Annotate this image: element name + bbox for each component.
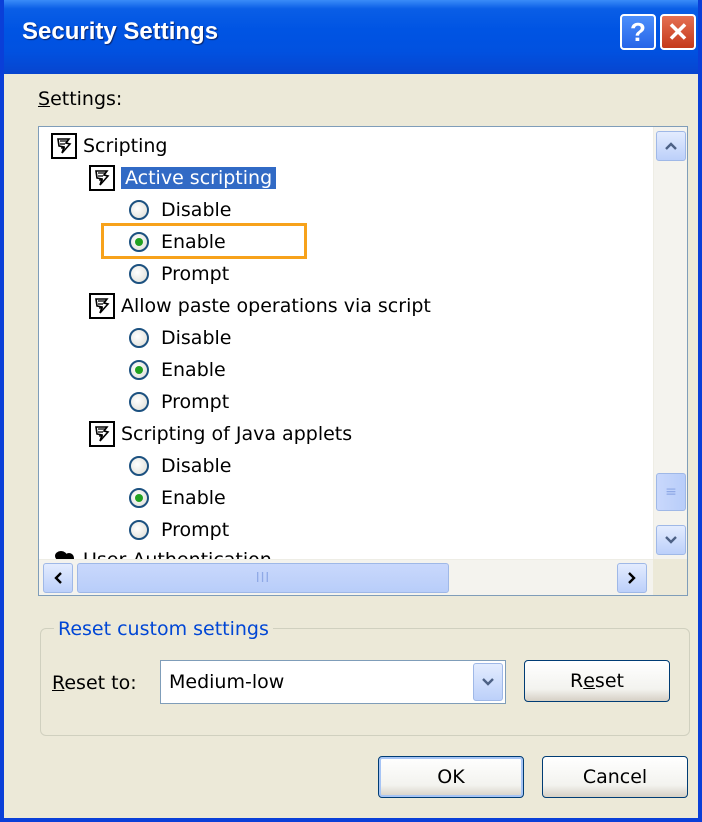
tree-category-scripting[interactable]: Scripting — [51, 131, 168, 161]
radio-label: Prompt — [161, 391, 230, 413]
cancel-button[interactable]: Cancel — [542, 756, 688, 798]
radio-option[interactable]: Prompt — [129, 515, 229, 545]
radio-option[interactable]: Disable — [129, 323, 231, 353]
radio-option[interactable]: Enable — [129, 227, 226, 257]
chevron-down-icon — [665, 536, 677, 544]
radio-label: Prompt — [161, 263, 230, 285]
radio-label: Disable — [161, 327, 232, 349]
radio-label: Enable — [161, 231, 226, 253]
radio-label: Disable — [161, 199, 232, 221]
title-bar[interactable]: Security Settings ? ✕ — [4, 0, 698, 74]
grip-icon: ≡ — [665, 484, 677, 500]
radio-option[interactable]: Prompt — [129, 387, 229, 417]
reset-to-label: Reset to: — [52, 672, 137, 694]
settings-label: Settings: — [38, 88, 123, 110]
tree-setting-java-applets[interactable]: Scripting of Java applets — [89, 419, 352, 449]
radio-button[interactable] — [129, 456, 149, 476]
reset-level-value: Medium-low — [169, 671, 285, 693]
radio-button[interactable] — [129, 488, 149, 508]
scrollbar-corner — [653, 559, 687, 595]
script-settings-icon — [89, 421, 115, 447]
radio-option[interactable]: Disable — [129, 195, 231, 225]
radio-option[interactable]: Prompt — [129, 259, 229, 289]
reset-level-select[interactable]: Medium-low — [160, 660, 506, 704]
chevron-left-icon — [54, 572, 62, 584]
radio-label: Enable — [161, 359, 226, 381]
reset-group-legend: Reset custom settings — [54, 618, 273, 640]
radio-label: Disable — [161, 455, 232, 477]
settings-tree[interactable]: Scripting Active scripting Disable Enabl… — [38, 126, 688, 596]
tree-setting-allow-paste[interactable]: Allow paste operations via script — [89, 291, 431, 321]
security-settings-dialog: Security Settings ? ✕ Settings: Scriptin… — [0, 0, 702, 822]
dropdown-button[interactable] — [473, 663, 503, 701]
user-auth-icon — [51, 547, 77, 559]
radio-button[interactable] — [129, 232, 149, 252]
close-icon: ✕ — [667, 16, 689, 47]
radio-label: Prompt — [161, 519, 230, 541]
radio-button[interactable] — [129, 360, 149, 380]
tree-category-user-authentication[interactable]: User Authentication — [51, 545, 272, 559]
radio-option[interactable]: Enable — [129, 355, 226, 385]
grip-icon: III — [255, 570, 271, 586]
radio-label: Enable — [161, 487, 226, 509]
horizontal-scrollbar[interactable]: III — [39, 559, 653, 595]
vertical-scrollbar[interactable]: ≡ — [653, 127, 687, 559]
vertical-scroll-thumb[interactable]: ≡ — [656, 473, 686, 511]
scroll-down-button[interactable] — [656, 525, 686, 555]
chevron-down-icon — [482, 678, 494, 686]
radio-button[interactable] — [129, 200, 149, 220]
horizontal-scroll-thumb[interactable]: III — [77, 563, 449, 593]
radio-button[interactable] — [129, 264, 149, 284]
radio-button[interactable] — [129, 392, 149, 412]
close-button[interactable]: ✕ — [660, 14, 696, 50]
tree-setting-active-scripting[interactable]: Active scripting — [89, 163, 277, 193]
help-icon: ? — [630, 16, 646, 47]
reset-button[interactable]: Re set — [524, 660, 670, 702]
setting-label: Active scripting — [121, 167, 277, 189]
script-settings-icon — [89, 165, 115, 191]
help-button[interactable]: ? — [620, 14, 656, 50]
ok-button[interactable]: OK — [378, 756, 524, 798]
radio-button[interactable] — [129, 520, 149, 540]
settings-tree-content: Scripting Active scripting Disable Enabl… — [39, 127, 653, 559]
setting-label: Scripting of Java applets — [121, 423, 353, 445]
window-title: Security Settings — [22, 18, 219, 45]
scroll-right-button[interactable] — [617, 563, 647, 593]
category-label: User Authentication — [83, 549, 272, 559]
chevron-right-icon — [628, 572, 636, 584]
setting-label: Allow paste operations via script — [121, 295, 431, 317]
radio-option[interactable]: Enable — [129, 483, 226, 513]
script-settings-icon — [51, 133, 77, 159]
radio-button[interactable] — [129, 328, 149, 348]
chevron-up-icon — [665, 142, 677, 150]
scroll-left-button[interactable] — [43, 563, 73, 593]
category-label: Scripting — [83, 135, 168, 157]
script-settings-icon — [89, 293, 115, 319]
scroll-up-button[interactable] — [656, 131, 686, 161]
radio-option[interactable]: Disable — [129, 451, 231, 481]
